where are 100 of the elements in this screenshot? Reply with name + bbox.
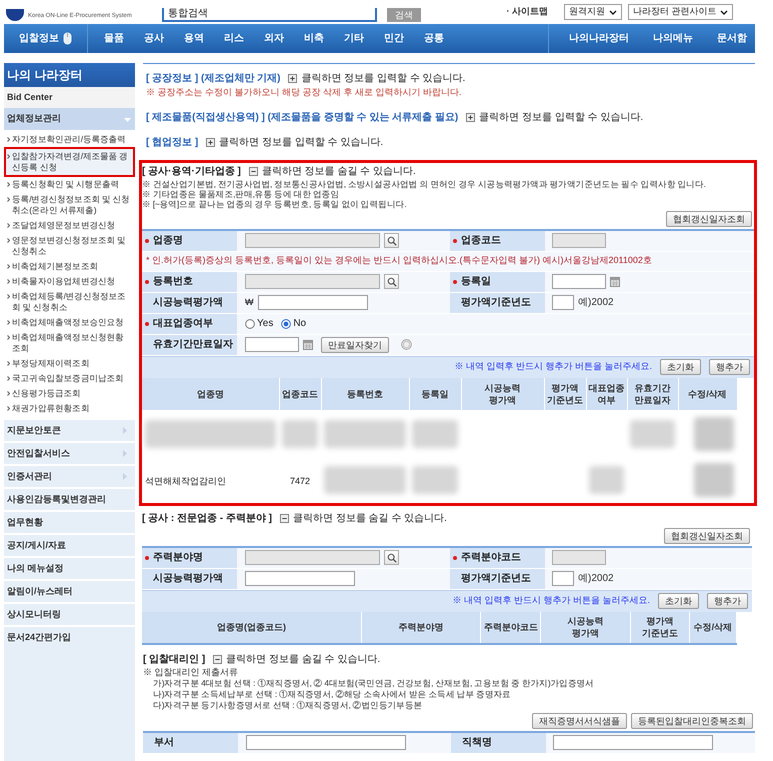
sidebar-link[interactable]: 영문정보변경신청정보조회 및 신청취소 xyxy=(4,233,135,259)
sidebar-link[interactable]: 조달업체영문정보변경신청 xyxy=(4,218,135,233)
nav-item[interactable]: 용역 xyxy=(184,31,204,46)
search-button[interactable] xyxy=(384,274,399,289)
year-field[interactable] xyxy=(552,295,574,310)
toggle-hint: 클릭하면 정보를 입력할 수 있습니다. xyxy=(479,110,644,124)
chevron-right-icon xyxy=(7,223,10,228)
sidebar-link[interactable]: 등록/변경신청정보조회 및 신청취소(온라인 서류제출) xyxy=(4,192,135,218)
note-text: 다)자격구분 등기사항증명서로 선택 : ①재직증명서, ②법인등기부등본 xyxy=(152,700,424,710)
reset-button[interactable]: 초기화 xyxy=(660,359,701,375)
collapse-icon[interactable] xyxy=(280,514,289,522)
expand-icon[interactable] xyxy=(206,138,216,146)
nav-item[interactable]: 공통 xyxy=(424,31,444,46)
warning-text: ※ 공장주소는 수정이 불가하오니 해당 공장 삭제 후 새로 입력하시기 바랍니다. xyxy=(146,86,463,99)
add-row-button[interactable]: 행추가 xyxy=(709,359,750,375)
sidebar-item[interactable]: 안전입찰서비스 xyxy=(4,441,135,464)
site-select[interactable]: 원격지원 xyxy=(564,4,622,20)
sidebar-link[interactable]: 입찰참가자격변경/제조물품 갱신등록 신청 xyxy=(4,147,135,177)
chevron-right-icon xyxy=(7,137,10,142)
amount-field[interactable] xyxy=(258,295,368,310)
sidebar-item[interactable]: 업무현황 xyxy=(4,510,135,533)
lookup-field[interactable] xyxy=(245,550,380,565)
field-label: 주력분야명 xyxy=(142,548,237,568)
sidebar-group[interactable]: 업체정보관리 xyxy=(4,108,135,130)
sidebar-item[interactable]: 알림이/뉴스레터 xyxy=(4,579,135,602)
field-label: 평가액기준년도 xyxy=(450,292,545,312)
nav-item[interactable]: 기타 xyxy=(344,31,364,46)
add-row-button[interactable]: 행추가 xyxy=(707,593,748,609)
lookup-field[interactable] xyxy=(245,274,380,289)
sidebar-link[interactable]: 비축업체등록/변경신청정보조회 및 신청취소 xyxy=(4,289,135,315)
search-field[interactable]: 통합검색 xyxy=(162,8,377,22)
year-field[interactable] xyxy=(552,571,574,586)
sidebar-item[interactable]: 지문보안토큰 xyxy=(4,418,135,441)
date-field[interactable] xyxy=(552,274,606,289)
sidebar-item[interactable]: 사용인감등록및변경관리 xyxy=(4,487,135,510)
chevron-right-icon xyxy=(7,279,10,284)
nav-item[interactable]: 나의메뉴 xyxy=(653,31,693,46)
sidebar-item[interactable]: 공지/게시/자료 xyxy=(4,533,135,556)
date-field[interactable] xyxy=(245,337,299,352)
radio-icon[interactable] xyxy=(281,318,292,328)
expand-icon[interactable] xyxy=(288,74,298,83)
sidebar-link[interactable]: 비축업체매출액정보승인요청 xyxy=(4,315,135,330)
nav-item[interactable]: 공사 xyxy=(144,31,164,46)
note-text: 가)자격구분 4대보험 선택 : ①재직증명서, ② 4대보험(국민연금, 건강보험, 산재보험, 고용보험 중 한가지)가입증명서 xyxy=(152,678,595,688)
code-field[interactable] xyxy=(552,233,606,248)
sidebar-item[interactable]: 문서24간편가입 xyxy=(4,625,135,648)
sidebar-link[interactable]: 자기정보확인관리/등록증출력 xyxy=(4,132,135,147)
caret-right-icon xyxy=(123,473,127,480)
radio-option[interactable]: No xyxy=(281,316,306,331)
search-button[interactable] xyxy=(384,233,399,248)
column-header: 등록일 xyxy=(409,378,461,410)
sample-form-button[interactable]: 재직증명서서식샘플 xyxy=(532,712,627,728)
site-select[interactable]: 나라장터 관련사이트 xyxy=(628,4,733,20)
expand-icon[interactable] xyxy=(466,112,476,122)
sidebar-link[interactable]: 등록신청확인 및 시행문출력 xyxy=(4,177,135,192)
reset-button[interactable]: 초기화 xyxy=(658,593,699,609)
text-field[interactable] xyxy=(245,571,355,586)
sidebar-item[interactable]: 인증서관리 xyxy=(4,464,135,487)
sidebar-item[interactable]: 나의 메뉴설정 xyxy=(4,556,135,579)
sidebar-link[interactable]: 비축업체매출액정보신청현황 조회 xyxy=(4,330,135,356)
radio-icon[interactable] xyxy=(245,318,255,328)
sidebar-link[interactable]: 비축물자이용업체변경신청 xyxy=(4,274,135,289)
chevron-right-icon xyxy=(7,294,10,299)
nav-item[interactable]: 물품 xyxy=(104,31,124,46)
nav-item[interactable]: 리스 xyxy=(224,31,244,46)
radio-option[interactable]: Yes xyxy=(245,316,274,331)
association-lookup-button[interactable]: 협회갱신일자조회 xyxy=(666,210,752,226)
sidebar-link[interactable]: 채권가압류현황조회 xyxy=(4,401,135,416)
nav-item[interactable]: 외자 xyxy=(264,31,284,46)
calendar-icon[interactable] xyxy=(303,339,313,350)
search-button[interactable] xyxy=(384,550,399,565)
currency-label: ₩ xyxy=(245,296,254,309)
chevron-down-icon xyxy=(609,10,617,14)
sidebar-item[interactable]: 상시모니터링 xyxy=(4,602,135,625)
nav-item[interactable]: 민간 xyxy=(384,31,404,46)
toggle-hint: 클릭하면 정보를 숨길 수 있습니다. xyxy=(262,164,416,178)
collapse-icon[interactable] xyxy=(248,166,258,176)
nav-item[interactable]: 입찰정보 xyxy=(19,31,59,46)
sidebar-link[interactable]: 신용평가등급조회 xyxy=(4,386,135,401)
text-field[interactable] xyxy=(246,735,406,750)
collapse-icon[interactable] xyxy=(213,654,222,664)
nav-item[interactable]: 비축 xyxy=(304,31,324,46)
duplicate-check-button[interactable]: 등록된입찰대리인중복조회 xyxy=(631,712,753,728)
calendar-icon[interactable] xyxy=(610,276,620,287)
required-icon xyxy=(453,556,457,560)
find-expiry-button[interactable]: 만료일자찾기 xyxy=(321,336,389,352)
nav-item[interactable]: 문서함 xyxy=(717,31,747,46)
column-header: 유효기간 만료일자 xyxy=(627,378,678,410)
column-header: 시공능력 평가액 xyxy=(461,378,544,410)
lookup-field[interactable] xyxy=(245,233,380,248)
nav-item[interactable]: 나의나라장터 xyxy=(569,31,629,46)
sidebar-link[interactable]: 국고귀속입찰보증금미납조회 xyxy=(4,371,135,386)
mouse-icon xyxy=(63,32,72,45)
sitemap-link[interactable]: · 사이트맵 xyxy=(506,5,548,19)
text-field[interactable] xyxy=(553,735,713,750)
sidebar-link[interactable]: 부정당제재이력조회 xyxy=(4,356,135,371)
association-lookup-button[interactable]: 협회갱신일자조회 xyxy=(664,528,750,544)
code-field[interactable] xyxy=(552,550,606,565)
column-header: 업종명 xyxy=(142,378,279,410)
sidebar-link[interactable]: 비축업체기본정보조회 xyxy=(4,259,135,274)
